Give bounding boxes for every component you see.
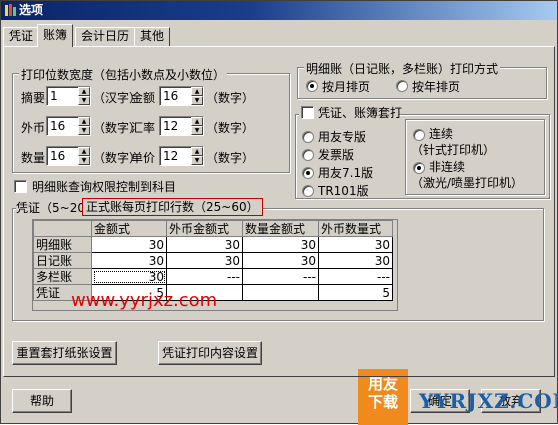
tr101-radio[interactable] (302, 185, 314, 197)
voucher-print-content-button[interactable]: 凭证打印内容设置 (158, 341, 262, 365)
table-cell[interactable]: 30 (91, 236, 167, 253)
summary-width-spinner[interactable]: 1 ▲ ▼ (46, 86, 91, 106)
spin-up-icon[interactable]: ▲ (78, 147, 90, 156)
tab-accounting-calendar[interactable]: 会计日历 (75, 27, 136, 46)
by-year-label: 按年排页 (412, 80, 461, 94)
non-continuous-radio[interactable] (413, 162, 425, 174)
continuous-label: 连续 (429, 127, 454, 141)
detail-print-mode-title: 明细账（日记账，多栏账）打印方式 (304, 60, 501, 77)
spin-down-icon[interactable]: ▼ (78, 156, 90, 165)
table-cell[interactable]: --- (166, 268, 243, 285)
unit-price-label: 单价 (131, 151, 156, 165)
set-print-checkbox[interactable] (301, 106, 314, 119)
quantity-width-spinner[interactable]: 16 ▲ ▼ (46, 146, 91, 166)
watermark-logo: 用友下载 (358, 369, 408, 425)
yonyou-special-label: 用友专版 (318, 130, 367, 144)
row-header: 多栏账 (33, 268, 92, 285)
quantity-label: 数量 (21, 151, 46, 165)
column-header: 外币数量式 (318, 220, 393, 237)
query-permission-checkbox[interactable] (14, 180, 27, 193)
yonyou-71-radio[interactable] (302, 167, 314, 179)
spin-up-icon[interactable]: ▲ (78, 117, 90, 126)
by-year-radio[interactable] (396, 80, 408, 92)
amount-unit: （数字） (206, 91, 255, 105)
table-cell[interactable]: 30 (242, 236, 319, 253)
tr101-label: TR101版 (318, 184, 369, 198)
by-month-label: 按月排页 (322, 80, 371, 94)
amount-label: 金额 (131, 91, 156, 105)
unit-price-unit: （数字） (206, 151, 255, 165)
tab-voucher[interactable]: 凭证 (3, 27, 40, 46)
yonyou-71-label: 用友7.1版 (318, 166, 374, 180)
spin-up-icon[interactable]: ▲ (191, 147, 203, 156)
by-month-radio[interactable] (306, 80, 318, 92)
table-cell[interactable] (242, 284, 319, 301)
table-cell[interactable]: 30 (318, 252, 393, 269)
non-continuous-sub-label: （激光/喷墨打印机） (411, 176, 524, 190)
watermark-site: YYRJXZ.COM (419, 389, 558, 413)
row-header: 明细账 (33, 236, 92, 253)
column-header: 数量金额式 (242, 220, 319, 237)
unit-price-width-spinner[interactable]: 12 ▲ ▼ (159, 146, 204, 166)
spin-up-icon[interactable]: ▲ (191, 87, 203, 96)
non-continuous-label: 非连续 (429, 160, 466, 174)
column-header: 外币金额式 (166, 220, 243, 237)
spin-up-icon[interactable]: ▲ (78, 87, 90, 96)
query-permission-label: 明细账查询权限控制到科目 (32, 180, 177, 194)
options-dialog: 选项 凭证 账簿 会计日历 其他 打印位数宽度（包括小数点及小数位） 摘要 1 … (0, 0, 558, 425)
foreign-currency-width-spinner[interactable]: 16 ▲ ▼ (46, 116, 91, 136)
yonyou-special-radio[interactable] (302, 131, 314, 143)
set-print-label: 凭证、账簿套打 (318, 106, 403, 120)
continuous-sub-label: （针式打印机） (411, 143, 496, 157)
invoice-version-label: 发票版 (318, 148, 355, 162)
table-cell[interactable]: 30 (318, 236, 393, 253)
spin-down-icon[interactable]: ▼ (191, 126, 203, 135)
table-row: 多栏账 30 --- --- --- (33, 268, 393, 285)
table-cell[interactable]: --- (242, 268, 319, 285)
table-cell[interactable]: 30 (91, 252, 167, 269)
spin-down-icon[interactable]: ▼ (78, 126, 90, 135)
spin-down-icon[interactable]: ▼ (78, 96, 90, 105)
spin-up-icon[interactable]: ▲ (191, 117, 203, 126)
table-cell[interactable]: --- (318, 268, 393, 285)
spin-down-icon[interactable]: ▼ (191, 96, 203, 105)
table-cell[interactable]: 30 (242, 252, 319, 269)
amount-width-spinner[interactable]: 16 ▲ ▼ (159, 86, 204, 106)
table-cell[interactable]: 30 (91, 268, 167, 285)
table-row: 明细账 30 30 30 30 (33, 236, 393, 253)
exchange-rate-width-spinner[interactable]: 12 ▲ ▼ (159, 116, 204, 136)
title-bar[interactable]: 选项 (1, 1, 557, 20)
watermark-url: www.yyrjxz.com (71, 290, 218, 311)
tab-other[interactable]: 其他 (134, 27, 171, 46)
rows-group-title-highlight: 正式账每页打印行数（25~60） (82, 198, 263, 216)
row-header: 日记账 (33, 252, 92, 269)
invoice-version-radio[interactable] (302, 149, 314, 161)
reset-paper-settings-button[interactable]: 重置套打纸张设置 (12, 341, 117, 365)
print-width-group-title: 打印位数宽度（包括小数点及小数位） (19, 66, 228, 83)
continuous-radio[interactable] (413, 129, 425, 141)
app-icon (4, 3, 18, 17)
tab-ledger[interactable]: 账簿 (37, 24, 74, 47)
table-cell[interactable]: 30 (166, 252, 243, 269)
table-row: 日记账 30 30 30 30 (33, 252, 393, 269)
table-cell[interactable]: 30 (166, 236, 243, 253)
help-button[interactable]: 帮助 (12, 389, 72, 413)
window-title: 选项 (19, 3, 44, 17)
foreign-currency-label: 外币 (21, 121, 46, 135)
summary-label: 摘要 (21, 91, 46, 105)
column-header: 金额式 (91, 220, 167, 237)
exchange-rate-unit: （数字） (206, 121, 255, 135)
table-cell[interactable]: 5 (318, 284, 393, 301)
spin-down-icon[interactable]: ▼ (191, 156, 203, 165)
exchange-rate-label: 汇率 (131, 121, 156, 135)
